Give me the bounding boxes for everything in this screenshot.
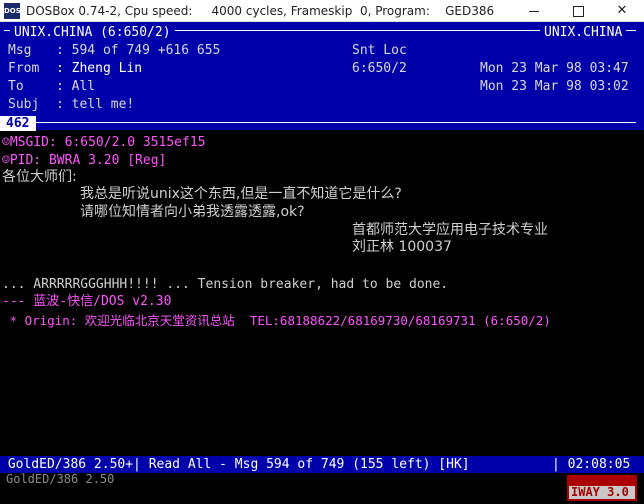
subj-value: : tell me! [56,97,135,112]
message-number-badge: 462 [0,116,36,131]
msg-value: : 594 of 749 +616 655 [56,43,221,58]
msgid-kludge: ☺MSGID: 6:650/2.0 3515ef15 [2,135,206,150]
pid-kludge: ☺PID: BWRA 3.20 [Reg] [2,153,167,168]
message-line-2: 请哪位知情者向小弟我透露透露,ok? [80,204,305,220]
tearline: --- 蓝波-快信/DOS v2.30 [2,294,172,309]
close-button[interactable]: ✕ [600,0,644,22]
signature-line-1: 首都师范大学应用电子技术专业 [352,222,548,238]
area-name-right: UNIX.CHINA [540,24,627,41]
area-name-left: UNIX.CHINA (6:650/2) [10,24,175,41]
window-title: DOSBox 0.74-2, Cpu speed: 4000 cycles, F… [26,4,495,18]
to-value: : All [56,79,96,94]
message-header: UNIX.CHINA (6:650/2) UNIX.CHINA Msg : 59… [0,22,644,131]
from-label: From [8,61,40,76]
minimize-button[interactable] [512,0,556,22]
signature-line-2: 刘正林 100037 [352,239,452,255]
window-title-bar: DOS DOSBox 0.74-2, Cpu speed: 4000 cycle… [0,0,644,22]
header-bottom-rule [36,122,636,123]
tagline: ... ARRRRRGGGHHH!!!! ... Tension breaker… [2,277,449,292]
subj-label: Subj [8,97,40,112]
status-left: GoldED/386 2.50+| Read All - Msg 594 of … [0,457,470,472]
tsr-indicator: IWAY 3.0 [567,475,637,501]
dosbox-app-icon: DOS [4,3,21,19]
from-address: 6:650/2 [352,61,407,76]
bottom-row: GoldED/386 2.50 IWAY 3.0 [0,473,644,504]
message-flags: Snt Loc [352,43,407,58]
from-value: : Zheng Lin [56,61,143,76]
message-line-1: 我总是听说unix这个东西,但是一直不知道它是什么? [80,186,402,202]
to-label: To [8,79,24,94]
status-clock: | 02:08:05 [552,457,631,472]
status-bar: GoldED/386 2.50+| Read All - Msg 594 of … [0,456,644,473]
partial-underlying-text: GoldED/386 2.50 [6,472,115,486]
to-date: Mon 23 Mar 98 03:02 [480,79,629,94]
from-date: Mon 23 Mar 98 03:47 [480,61,629,76]
tsr-label: IWAY 3.0 [571,485,629,499]
maximize-button[interactable] [556,0,600,22]
dos-screen: UNIX.CHINA (6:650/2) UNIX.CHINA Msg : 59… [0,22,644,504]
msg-label: Msg [8,43,32,58]
message-greeting: 各位大师们: [2,169,77,185]
origin-line: * Origin: 欢迎光临北京天堂资讯总站 TEL:68188622/6816… [2,313,551,328]
